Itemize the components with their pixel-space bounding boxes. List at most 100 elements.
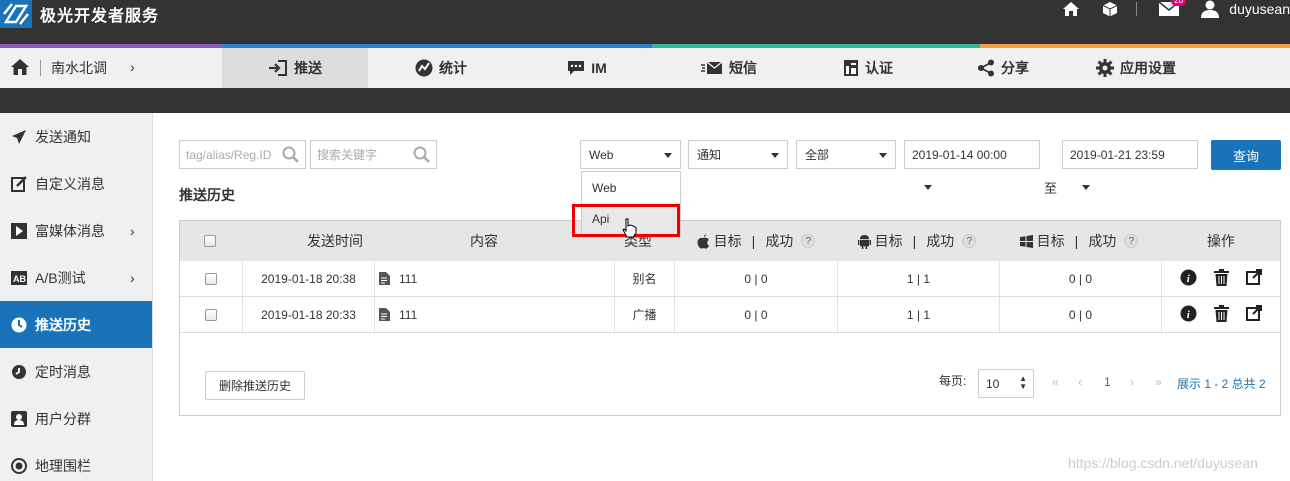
tab-app-settings[interactable]: 应用设置 — [1068, 48, 1204, 88]
start-date-input[interactable]: 2019-01-14 00:00 — [904, 140, 1040, 169]
help-icon[interactable]: ? — [962, 234, 977, 248]
next-page-link[interactable]: › — [1130, 375, 1134, 389]
tab-im[interactable]: IM — [514, 48, 660, 88]
sidebar-item-label: 地理围栏 — [35, 457, 91, 474]
android-icon — [857, 234, 871, 249]
query-button[interactable]: 查询 — [1211, 140, 1281, 170]
divider-bar: | — [1074, 233, 1079, 249]
last-page-link[interactable]: » — [1155, 375, 1162, 389]
brand-title: 极光开发者服务 — [40, 8, 160, 25]
message-type-select[interactable]: 通知 — [688, 140, 788, 169]
tab-push[interactable]: 推送 — [222, 48, 368, 88]
android-stats-cell: 1 | 1 — [837, 297, 999, 332]
external-link-icon[interactable] — [1246, 269, 1262, 288]
info-icon[interactable]: i — [1180, 269, 1197, 289]
envelope-send-icon — [701, 61, 723, 74]
header-content: 内容 — [470, 233, 498, 249]
tab-label: 认证 — [865, 60, 893, 76]
search-icon[interactable] — [413, 146, 430, 166]
actions-cell: i — [1161, 261, 1280, 296]
select-all-cell — [180, 221, 240, 261]
edit-icon — [10, 175, 28, 193]
cube-icon[interactable] — [1102, 1, 1118, 17]
first-page-link[interactable]: « — [1052, 375, 1059, 389]
platform-option-web[interactable]: Web — [582, 172, 680, 203]
table-row: 2019-01-18 20:38 111 别名 0 | 0 1 | 1 0 | … — [180, 261, 1280, 297]
page-size-select[interactable]: 10 ▲ ▼ — [978, 369, 1034, 398]
tab-sms[interactable]: 短信 — [660, 48, 798, 88]
mail-icon[interactable]: 20 — [1159, 0, 1187, 16]
sidebar-item-rich-media[interactable]: 富媒体消息 › — [0, 207, 152, 254]
help-icon[interactable]: ? — [801, 234, 816, 248]
select-all-checkbox[interactable] — [204, 235, 216, 247]
scope-value: 全部 — [805, 148, 830, 162]
app-breadcrumb[interactable]: 南水北调 › — [0, 48, 152, 88]
content-cell[interactable]: 111 — [374, 297, 614, 332]
user-card-icon — [10, 410, 28, 428]
content-cell[interactable]: 111 — [374, 261, 614, 296]
brand-logo[interactable]: 极光开发者服务 — [0, 0, 159, 28]
caret-down-icon[interactable] — [924, 185, 932, 190]
prev-page-link[interactable]: ‹ — [1078, 375, 1082, 389]
home-icon[interactable] — [10, 58, 30, 79]
top-right-icons: 20 duyusean — [1040, 0, 1290, 18]
scope-select[interactable]: 全部 — [796, 140, 896, 169]
tab-verify[interactable]: 认证 — [798, 48, 938, 88]
external-link-icon[interactable] — [1246, 305, 1262, 324]
watermark: https://blog.csdn.net/duyusean — [1068, 455, 1258, 471]
user-icon[interactable] — [1201, 0, 1220, 18]
header-send-time[interactable]: 发送时间 — [240, 221, 430, 261]
end-date-input[interactable]: 2019-01-21 23:59 — [1062, 140, 1198, 169]
row-checkbox[interactable] — [205, 308, 217, 321]
sidebar-item-user-groups[interactable]: 用户分群 — [0, 395, 152, 442]
info-icon[interactable]: i — [1180, 305, 1197, 325]
send-time-cell: 2019-01-18 20:38 — [242, 261, 374, 296]
chart-icon — [415, 59, 433, 77]
chevron-right-icon: › — [130, 59, 135, 75]
caret-down-icon — [771, 153, 779, 158]
gear-icon — [1096, 59, 1114, 77]
separator — [40, 60, 41, 76]
svg-text:AB: AB — [13, 274, 26, 284]
spinner-arrows-icon[interactable]: ▲ ▼ — [1019, 375, 1027, 391]
hand-cursor-icon — [622, 218, 638, 241]
chevron-right-icon: › — [130, 222, 135, 239]
share-icon — [978, 59, 994, 77]
sidebar-item-send-notification[interactable]: 发送通知 — [0, 113, 152, 160]
current-page[interactable]: 1 — [1104, 375, 1111, 389]
sidebar-item-ab-test[interactable]: AB A/B测试 › — [0, 254, 152, 301]
home-icon[interactable] — [1062, 1, 1080, 17]
delete-history-button[interactable]: 删除推送历史 — [205, 371, 305, 400]
id-card-icon — [844, 60, 858, 76]
sidebar: 发送通知 自定义消息 富媒体消息 › AB A/B测试 › 推送历史 定时消息 … — [0, 113, 153, 481]
sidebar-item-label: 推送历史 — [35, 316, 91, 333]
tab-statistics[interactable]: 统计 — [368, 48, 514, 88]
paper-plane-icon — [10, 128, 28, 146]
platform-select[interactable]: Web — [580, 140, 681, 169]
sidebar-item-label: A/B测试 — [35, 269, 86, 286]
row-checkbox[interactable] — [205, 272, 217, 285]
sub-header-bar — [0, 88, 1290, 113]
search-icon[interactable] — [282, 146, 299, 166]
trash-icon[interactable] — [1214, 268, 1229, 289]
keyword-search-input[interactable]: 搜索关键字 — [310, 140, 437, 169]
push-history-table: 发送时间 内容 类型 目标 | 成功 ? 目标 | 成功 ? 目标 | 成功 ?… — [179, 220, 1281, 416]
sidebar-item-scheduled[interactable]: 定时消息 — [0, 348, 152, 395]
sidebar-item-custom-message[interactable]: 自定义消息 — [0, 160, 152, 207]
document-icon — [379, 272, 390, 285]
sidebar-item-push-history[interactable]: 推送历史 — [0, 301, 152, 348]
caret-down-icon[interactable] — [1082, 185, 1090, 190]
tab-share[interactable]: 分享 — [938, 48, 1068, 88]
trash-icon[interactable] — [1214, 304, 1229, 325]
sidebar-item-label: 富媒体消息 — [35, 222, 105, 239]
section-title: 推送历史 — [179, 187, 235, 203]
divider-bar: | — [912, 233, 917, 249]
ios-target: 目标 — [713, 233, 742, 249]
tab-label: 统计 — [439, 60, 467, 76]
help-icon[interactable]: ? — [1124, 234, 1139, 248]
document-icon — [379, 308, 390, 321]
app-name: 南水北调 — [51, 60, 107, 76]
sidebar-item-geofence[interactable]: 地理围栏 — [0, 442, 152, 481]
username[interactable]: duyusean — [1229, 1, 1290, 17]
tag-search-input[interactable]: tag/alias/Reg.ID — [179, 140, 306, 169]
